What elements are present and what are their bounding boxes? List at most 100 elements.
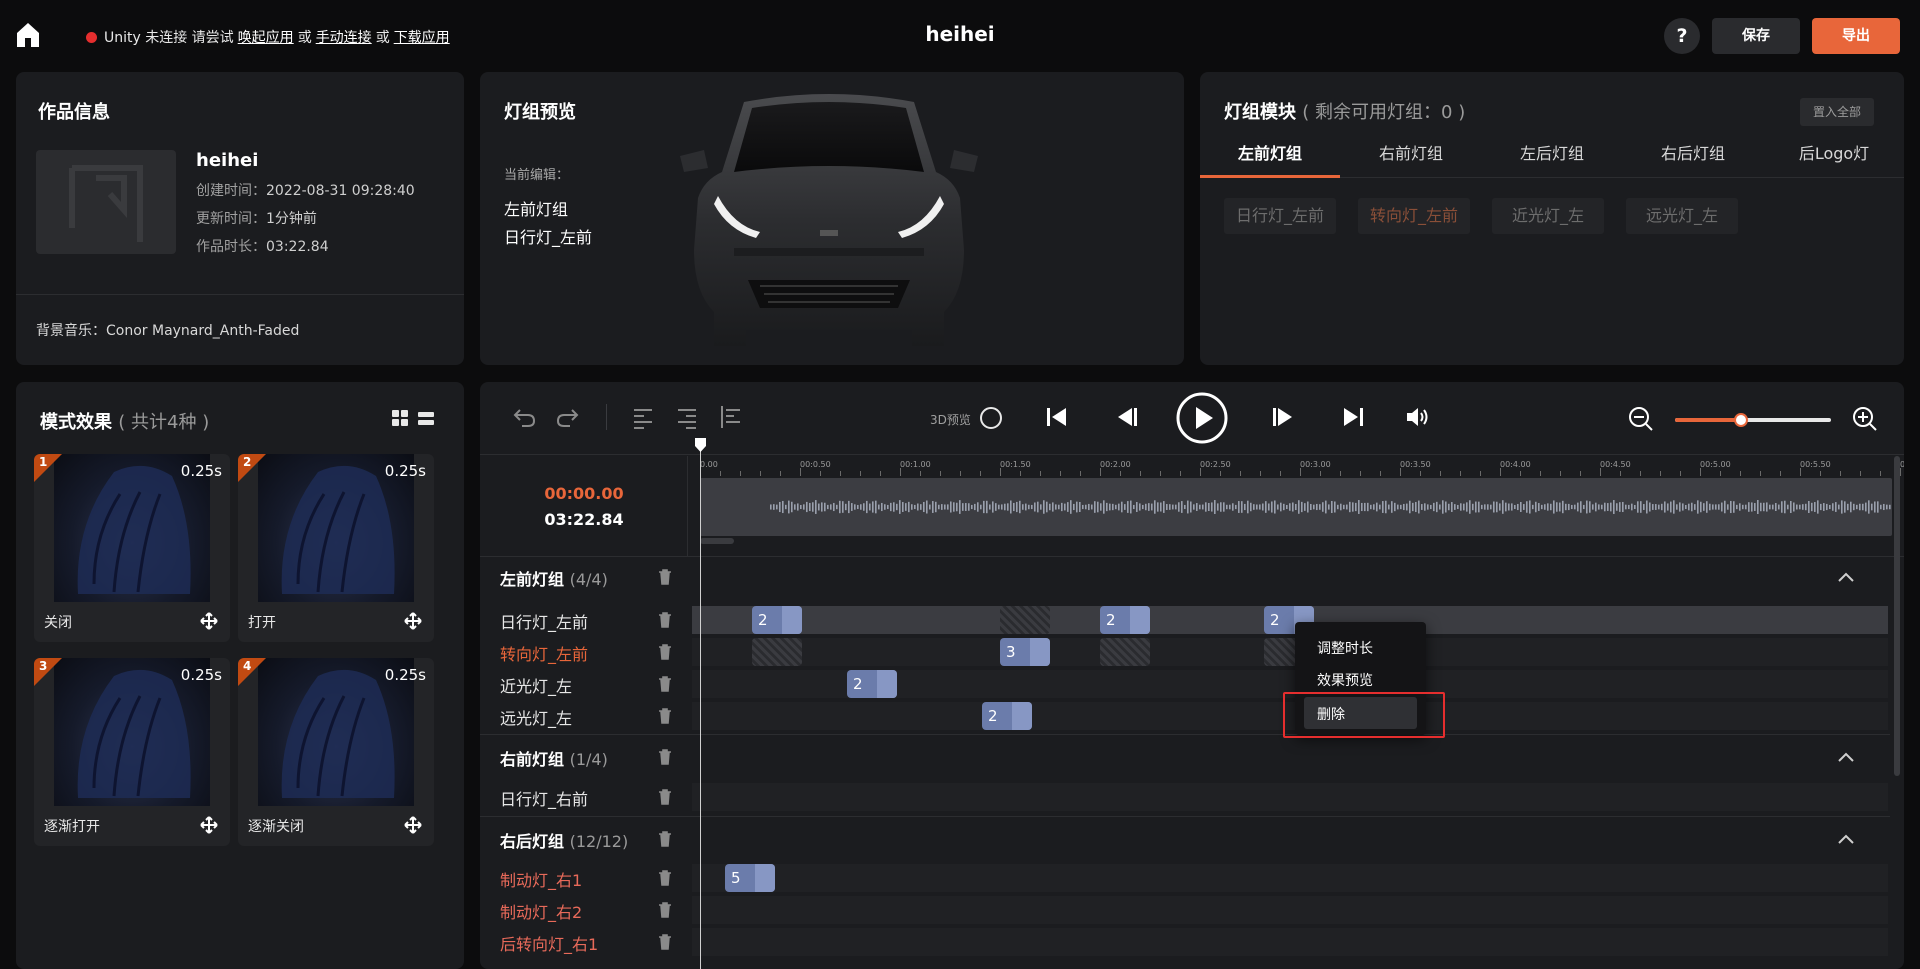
move-icon[interactable]	[200, 816, 218, 834]
align-right-icon[interactable]	[674, 404, 700, 430]
export-button[interactable]: 导出	[1812, 18, 1900, 54]
chevron-up-icon[interactable]	[1838, 752, 1854, 762]
step-back-icon[interactable]	[1114, 404, 1140, 430]
skip-to-end-icon[interactable]	[1340, 404, 1366, 430]
vertical-scrollbar[interactable]	[1894, 456, 1900, 776]
waveform-bar	[1361, 502, 1363, 512]
zoom-slider[interactable]	[1675, 413, 1831, 427]
chevron-up-icon[interactable]	[1838, 572, 1854, 582]
track-row[interactable]: 日行灯_左前 2 2 2	[480, 604, 1890, 634]
car-front-image[interactable]	[674, 80, 984, 362]
horizontal-scrollbar[interactable]	[700, 538, 734, 544]
play-button[interactable]	[1176, 392, 1228, 444]
delete-icon[interactable]	[658, 569, 672, 585]
track-row[interactable]: 制动灯_右2	[480, 894, 1890, 924]
track-lane[interactable]	[692, 783, 1888, 811]
delete-icon[interactable]	[658, 708, 672, 724]
tab-right-front[interactable]: 右前灯组	[1341, 134, 1481, 178]
track-row[interactable]: 后转向灯_右1	[480, 926, 1890, 956]
delete-icon[interactable]	[658, 831, 672, 847]
3d-preview-toggle[interactable]	[979, 406, 1003, 430]
waveform-bar	[1655, 504, 1657, 510]
tab-right-rear[interactable]: 右后灯组	[1623, 134, 1763, 178]
pattern-card[interactable]: 1 0.25s 关闭	[34, 454, 230, 642]
delete-icon[interactable]	[658, 934, 672, 950]
effect-clip[interactable]: 2	[847, 670, 897, 698]
waveform-bar	[974, 503, 976, 511]
put-all-button[interactable]: 置入全部	[1800, 98, 1874, 126]
clip-handle[interactable]	[782, 606, 802, 634]
music-label: 背景音乐：	[36, 323, 106, 339]
track-row[interactable]: 制动灯_右1 5	[480, 862, 1890, 892]
delete-icon[interactable]	[658, 612, 672, 628]
track-row[interactable]: 远光灯_左 2	[480, 700, 1890, 730]
effect-clip[interactable]: 2	[752, 606, 802, 634]
pattern-card[interactable]: 3 0.25s 逐渐打开	[34, 658, 230, 846]
track-lane[interactable]	[692, 864, 1888, 892]
tab-left-front[interactable]: 左前灯组	[1200, 134, 1340, 178]
effect-clip[interactable]: 2	[1100, 606, 1150, 634]
delete-icon[interactable]	[658, 676, 672, 692]
move-icon[interactable]	[404, 612, 422, 630]
help-button[interactable]: ?	[1664, 18, 1700, 54]
save-button[interactable]: 保存	[1712, 18, 1800, 54]
clip-handle[interactable]	[755, 864, 775, 892]
playhead-handle-icon[interactable]	[695, 438, 706, 452]
home-icon[interactable]	[16, 22, 40, 48]
ruler-tick	[760, 471, 761, 476]
tab-rear-logo[interactable]: 后Logo灯	[1764, 134, 1904, 178]
skip-to-start-icon[interactable]	[1044, 404, 1070, 430]
delete-icon[interactable]	[658, 749, 672, 765]
waveform-bar	[923, 501, 925, 513]
effect-clip[interactable]: 3	[1000, 638, 1050, 666]
clip-handle[interactable]	[1012, 702, 1032, 730]
track-lane[interactable]	[692, 928, 1888, 956]
delete-icon[interactable]	[658, 870, 672, 886]
redo-icon[interactable]	[554, 404, 580, 430]
track-row[interactable]: 近光灯_左 2	[480, 668, 1890, 698]
module-chip[interactable]: 转向灯_左前	[1358, 198, 1470, 234]
move-icon[interactable]	[200, 612, 218, 630]
track-row[interactable]: 转向灯_左前 3	[480, 636, 1890, 666]
menu-item-preview-effect[interactable]: 效果预览	[1317, 670, 1373, 690]
delete-icon[interactable]	[658, 789, 672, 805]
grid-view-icon[interactable]	[392, 410, 408, 426]
effect-clip[interactable]: 5	[725, 864, 775, 892]
distribute-icon[interactable]	[718, 404, 744, 430]
module-chip[interactable]: 日行灯_左前	[1224, 198, 1336, 234]
track-row[interactable]: 日行灯_右前	[480, 781, 1890, 811]
delete-icon[interactable]	[658, 902, 672, 918]
time-ruler[interactable]: 0.00 00:0.50 00:1.00 00:1.50 00:2.00 00:2.50 0…	[700, 456, 1904, 476]
manual-connect-link[interactable]: 手动连接	[316, 27, 372, 47]
pattern-card[interactable]: 2 0.25s 打开	[238, 454, 434, 642]
align-left-icon[interactable]	[630, 404, 656, 430]
waveform-bar	[1577, 502, 1579, 512]
waveform-bar	[1214, 500, 1216, 514]
module-chip[interactable]: 远光灯_左	[1626, 198, 1738, 234]
zoom-out-icon[interactable]	[1628, 406, 1654, 432]
download-app-link[interactable]: 下载应用	[394, 27, 450, 47]
zoom-slider-knob[interactable]	[1733, 413, 1748, 427]
chevron-up-icon[interactable]	[1838, 834, 1854, 844]
waveform-bar	[1877, 501, 1879, 513]
track-lane[interactable]	[692, 896, 1888, 924]
move-icon[interactable]	[404, 816, 422, 834]
ruler-tick	[1540, 471, 1541, 476]
zoom-in-icon[interactable]	[1852, 406, 1878, 432]
wake-app-link[interactable]: 唤起应用	[238, 27, 294, 47]
menu-item-adjust-duration[interactable]: 调整时长	[1317, 638, 1373, 658]
audio-waveform[interactable]	[700, 478, 1892, 536]
list-view-icon[interactable]	[418, 412, 434, 425]
clip-handle[interactable]	[1030, 638, 1050, 666]
module-chip[interactable]: 近光灯_左	[1492, 198, 1604, 234]
effect-clip[interactable]: 2	[982, 702, 1032, 730]
clip-handle[interactable]	[1130, 606, 1150, 634]
pattern-card[interactable]: 4 0.25s 逐渐关闭	[238, 658, 434, 846]
undo-icon[interactable]	[512, 404, 538, 430]
playhead[interactable]	[700, 440, 701, 969]
delete-icon[interactable]	[658, 644, 672, 660]
step-forward-icon[interactable]	[1270, 404, 1296, 430]
tab-left-rear[interactable]: 左后灯组	[1482, 134, 1622, 178]
clip-handle[interactable]	[877, 670, 897, 698]
volume-icon[interactable]	[1404, 404, 1430, 430]
